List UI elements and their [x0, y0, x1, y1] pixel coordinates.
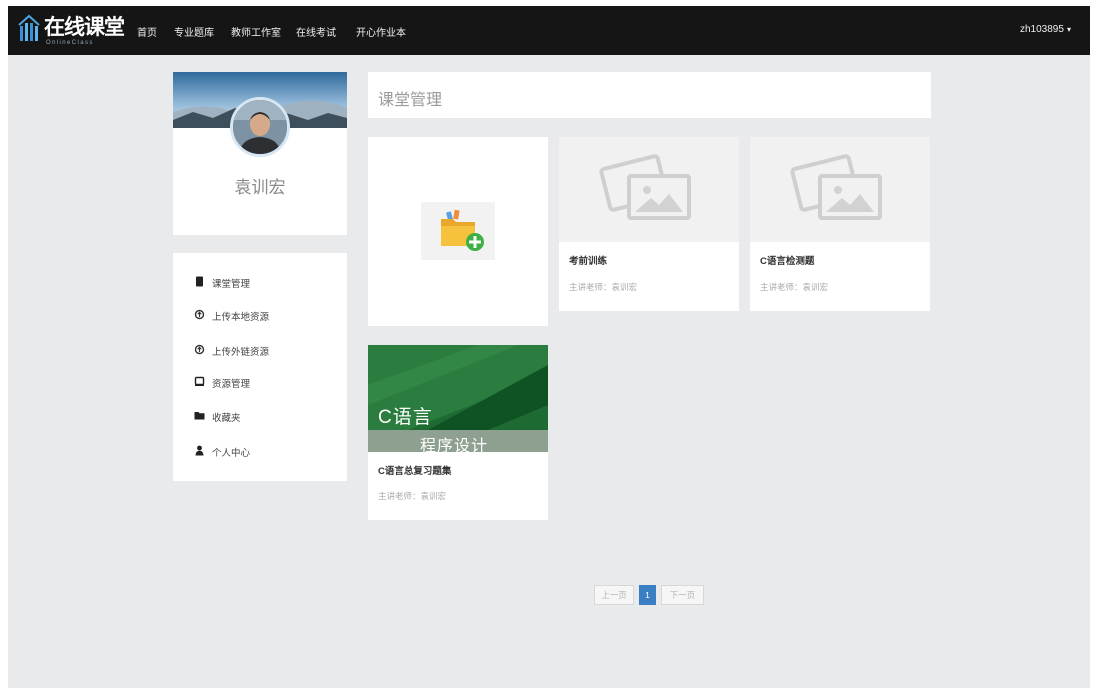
- course-teacher: 主讲老师：袁训宏: [378, 491, 447, 501]
- sidebar-item-label: 上传外链资源: [212, 347, 270, 358]
- course-cover: [750, 137, 930, 242]
- nav-homework[interactable]: 开心作业本: [356, 24, 406, 39]
- course-teacher: 主讲老师：袁训宏: [760, 282, 829, 292]
- chevron-down-icon: ▾: [1066, 25, 1071, 34]
- sidebar-item-label: 收藏夹: [212, 413, 241, 424]
- resource-icon: [194, 376, 205, 386]
- cover-title-line2: 程序设计: [420, 438, 489, 452]
- nav-question-bank[interactable]: 专业题库: [174, 24, 214, 39]
- sidebar-item-favorites[interactable]: 收藏夹: [173, 405, 347, 427]
- sidebar-item-label: 课堂管理: [212, 279, 251, 290]
- logo-subtitle: OnlineClass: [46, 40, 94, 46]
- logo-title[interactable]: 在线课堂: [44, 11, 125, 41]
- user-name: zh103895: [1020, 24, 1064, 35]
- logo-building-icon[interactable]: [17, 13, 41, 43]
- user-menu-dropdown[interactable]: zh103895 ▾: [1020, 24, 1071, 35]
- top-navbar: [8, 6, 1090, 55]
- sidebar-item-personal-center[interactable]: 个人中心: [173, 440, 347, 462]
- main-header: 课堂管理: [368, 72, 931, 118]
- course-card[interactable]: C语言检测题 主讲老师：袁训宏: [750, 137, 930, 311]
- link-upload-icon: [194, 344, 205, 355]
- user-icon: [195, 445, 204, 456]
- upload-icon: [194, 309, 205, 320]
- course-cover: C语言 程序设计: [368, 345, 548, 452]
- avatar[interactable]: [230, 97, 290, 157]
- profile-card: 袁训宏: [173, 72, 347, 235]
- course-teacher: 主讲老师：袁训宏: [569, 282, 638, 292]
- nav-online-exam[interactable]: 在线考试: [296, 24, 336, 39]
- page-title: 课堂管理: [378, 92, 443, 109]
- course-title[interactable]: 考前训练: [569, 253, 607, 267]
- add-folder-icon-box: [421, 202, 495, 260]
- course-title[interactable]: C语言检测题: [760, 253, 814, 267]
- add-folder-icon: [441, 209, 484, 251]
- nav-home[interactable]: 首页: [137, 24, 157, 39]
- course-title[interactable]: C语言总复习题集: [378, 463, 451, 477]
- image-placeholder-icon: [790, 154, 882, 220]
- sidebar-item-resource-management[interactable]: 资源管理: [173, 371, 347, 393]
- favorites-icon: [194, 412, 205, 420]
- avatar-photo: [233, 100, 287, 154]
- pagination-page-current[interactable]: 1: [639, 585, 656, 605]
- pagination-next-button[interactable]: 下一页: [661, 585, 704, 605]
- nav-teacher-studio[interactable]: 教师工作室: [231, 24, 281, 39]
- book-icon: [196, 276, 203, 287]
- sidebar-item-upload-local[interactable]: 上传本地资源: [173, 304, 347, 326]
- course-card[interactable]: 考前训练 主讲老师：袁训宏: [559, 137, 739, 311]
- image-placeholder-icon: [599, 154, 691, 220]
- course-card[interactable]: C语言 程序设计 C语言总复习题集 主讲老师：袁训宏: [368, 345, 548, 520]
- sidebar-menu: 课堂管理 上传本地资源 上传外链资源 资源管理 收藏夹 个人中心: [173, 253, 347, 481]
- add-course-card[interactable]: [368, 137, 548, 326]
- profile-name: 袁训宏: [234, 178, 286, 197]
- cover-title-line1: C语言: [378, 407, 433, 428]
- sidebar-item-class-management[interactable]: 课堂管理: [173, 271, 347, 293]
- sidebar-item-upload-link[interactable]: 上传外链资源: [173, 339, 347, 361]
- sidebar-item-label: 资源管理: [212, 379, 251, 390]
- sidebar-item-label: 上传本地资源: [212, 312, 270, 323]
- sidebar-item-label: 个人中心: [212, 448, 251, 459]
- course-cover: [559, 137, 739, 242]
- pagination-prev-button[interactable]: 上一页: [594, 585, 634, 605]
